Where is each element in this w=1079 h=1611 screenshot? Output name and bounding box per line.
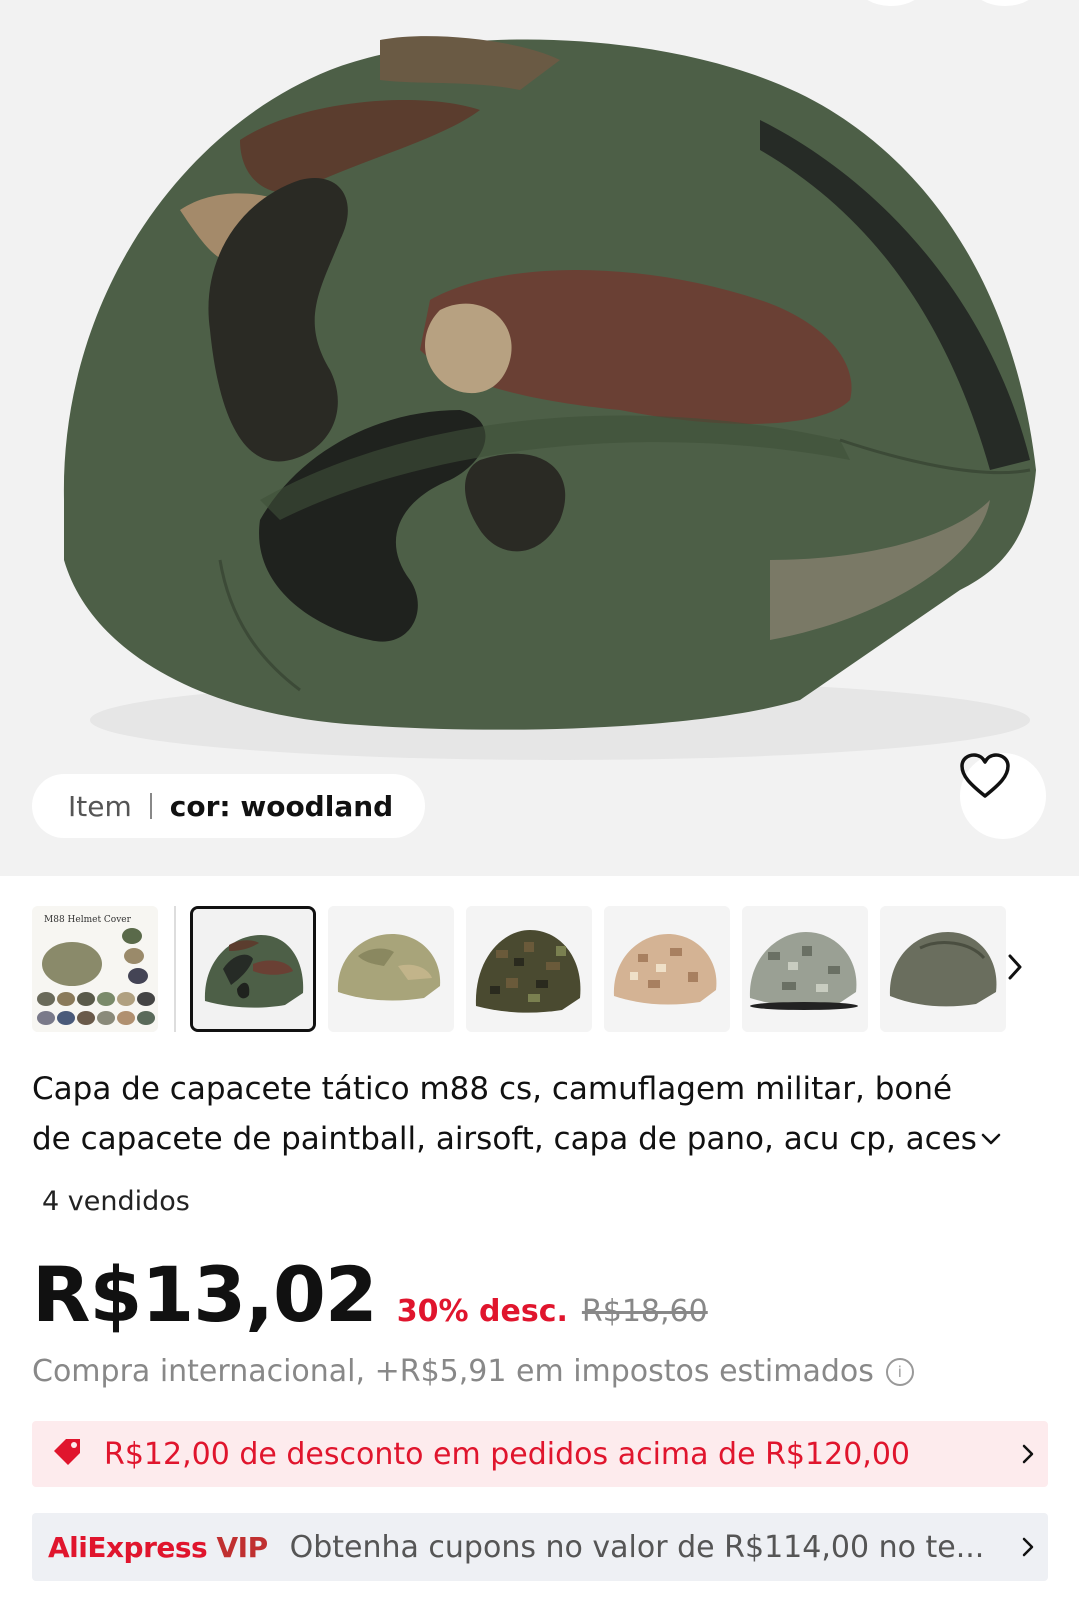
variant-separator bbox=[149, 793, 152, 819]
vip-brand-ali: AliExpress bbox=[48, 1530, 208, 1564]
sold-count: 4 vendidos bbox=[42, 1186, 190, 1217]
thumb-digital-woodland-image bbox=[466, 906, 592, 1032]
vip-text: Obtenha cupons no valor de R$114,00 no t… bbox=[289, 1529, 985, 1565]
thumb-collage[interactable]: M88 Helmet Cover bbox=[32, 906, 158, 1032]
thumb-desert-digital-image bbox=[328, 906, 454, 1032]
thumb-olive-green-image bbox=[880, 906, 1006, 1032]
chevron-right-icon bbox=[1008, 954, 1022, 980]
vip-brand-vip: VIP bbox=[216, 1530, 268, 1564]
thumb-digital-woodland[interactable] bbox=[466, 906, 592, 1032]
thumbnail-strip: M88 Helmet Cover bbox=[32, 906, 1079, 1034]
helmet-image bbox=[63, 36, 1036, 760]
thumb-woodland[interactable] bbox=[190, 906, 316, 1032]
info-icon[interactable]: i bbox=[885, 1357, 914, 1386]
tax-note[interactable]: Compra internacional, +R$5,91 em imposto… bbox=[32, 1354, 914, 1389]
thumb-desert-digital-tan-image bbox=[604, 906, 730, 1032]
heart-icon bbox=[960, 753, 1010, 798]
current-price: R$13,02 bbox=[32, 1250, 378, 1339]
thumb-acu-image bbox=[742, 906, 868, 1032]
vip-banner[interactable]: AliExpress VIP Obtenha cupons no valor d… bbox=[32, 1513, 1048, 1581]
tax-note-text: Compra internacional, +R$5,91 em imposto… bbox=[32, 1354, 874, 1389]
variant-value: cor: woodland bbox=[169, 789, 394, 823]
coupon-text: R$12,00 de desconto em pedidos acima de … bbox=[104, 1436, 910, 1472]
original-price: R$18,60 bbox=[581, 1294, 708, 1329]
variant-pill[interactable]: Item cor: woodland bbox=[32, 774, 426, 838]
thumb-collage-image: M88 Helmet Cover bbox=[32, 906, 158, 1032]
collage-caption: M88 Helmet Cover bbox=[44, 915, 132, 925]
chevron-right-icon bbox=[1008, 1443, 1048, 1465]
thumb-woodland-image bbox=[193, 909, 313, 1029]
product-image-gallery[interactable]: Item cor: woodland bbox=[0, 0, 1079, 876]
thumb-desert-digital[interactable] bbox=[328, 906, 454, 1032]
thumb-acu[interactable] bbox=[742, 906, 868, 1032]
product-title-line2: de capacete de paintball, airsoft, capa … bbox=[32, 1121, 977, 1157]
thumb-next-button[interactable] bbox=[990, 942, 1040, 992]
favorite-button[interactable] bbox=[960, 753, 1046, 839]
variant-label: Item bbox=[68, 789, 132, 823]
thumb-olive-green[interactable] bbox=[880, 906, 1006, 1032]
thumb-desert-digital-tan[interactable] bbox=[604, 906, 730, 1032]
product-title-line1: Capa de capacete tático m88 cs, camuflag… bbox=[32, 1071, 953, 1107]
discount-badge: 30% desc. bbox=[396, 1294, 568, 1329]
coupon-banner[interactable]: R$12,00 de desconto em pedidos acima de … bbox=[32, 1421, 1048, 1487]
coupon-tag-icon bbox=[54, 1439, 80, 1465]
chevron-down-icon[interactable] bbox=[979, 1129, 1003, 1149]
thumb-divider bbox=[174, 906, 176, 1032]
aliexpress-vip-logo: AliExpress VIP bbox=[48, 1531, 268, 1564]
price-row: R$13,02 30% desc. R$18,60 bbox=[32, 1250, 708, 1339]
product-title[interactable]: Capa de capacete tático m88 cs, camuflag… bbox=[32, 1064, 1042, 1164]
chevron-right-icon bbox=[1008, 1536, 1048, 1558]
